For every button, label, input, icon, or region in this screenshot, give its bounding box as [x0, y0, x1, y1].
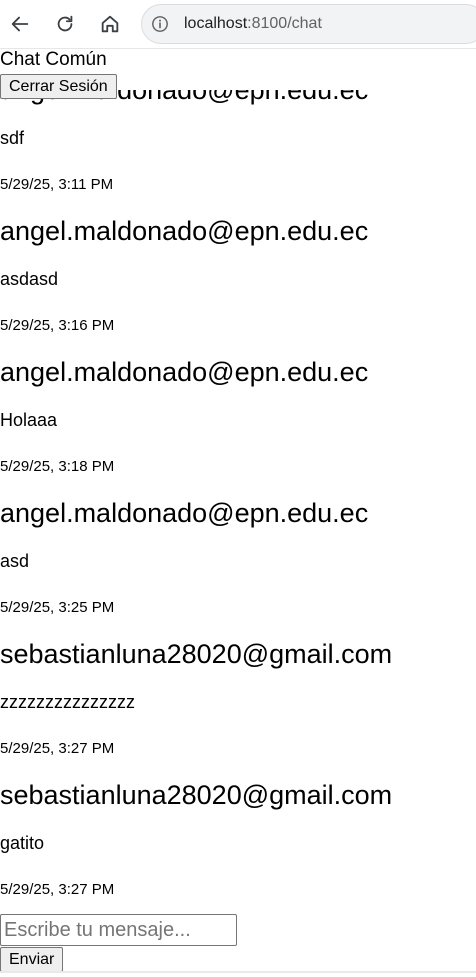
home-icon	[101, 15, 119, 33]
message-timestamp: 5/29/25, 3:27 PM	[0, 740, 115, 757]
message-item: angel.maldonado@epn.edu.ec sdf 5/29/25, 3:…	[0, 90, 476, 216]
message-item: angel.maldonado@epn.edu.ec asd 5/29/25, 3:…	[0, 498, 476, 639]
message-text: asd	[0, 551, 30, 571]
back-arrow-icon	[11, 16, 29, 32]
message-item: angel.maldonado@epn.edu.ec asdasd 5/29/25,…	[0, 216, 476, 357]
message-list[interactable]: angel.maldonado@epn.edu.ec sdf 5/29/25, 3:…	[0, 90, 476, 913]
info-icon[interactable]	[151, 15, 169, 33]
url-text: localhost:8100/chat	[184, 15, 322, 33]
reload-button[interactable]	[50, 9, 80, 39]
browser-toolbar: localhost:8100/chat	[0, 0, 476, 49]
message-sender: angel.maldonado@epn.edu.ec	[0, 357, 369, 387]
message-text: asdasd	[0, 269, 59, 289]
page-title: Chat Común	[0, 49, 107, 70]
logout-button[interactable]: Cerrar Sesión	[0, 74, 117, 99]
message-timestamp: 5/29/25, 3:27 PM	[0, 881, 115, 898]
message-timestamp: 5/29/25, 3:18 PM	[0, 458, 115, 475]
message-text: sdf	[0, 128, 25, 148]
url-host: localhost	[184, 15, 248, 32]
home-button[interactable]	[95, 9, 125, 39]
back-button[interactable]	[5, 9, 35, 39]
message-timestamp: 5/29/25, 3:11 PM	[0, 176, 114, 193]
send-button[interactable]: Enviar	[0, 947, 64, 972]
window-bottom-border	[0, 971, 476, 973]
message-text: Holaaa	[0, 410, 58, 430]
message-item: sebastianluna28020@gmail.com zzzzzzzzzzzz…	[0, 639, 476, 780]
reload-icon	[57, 15, 73, 32]
message-text: zzzzzzzzzzzzzzz	[0, 692, 135, 712]
url-path: :8100/chat	[247, 15, 322, 32]
message-timestamp: 5/29/25, 3:25 PM	[0, 599, 115, 616]
message-item: angel.maldonado@epn.edu.ec Holaaa 5/29/25,…	[0, 357, 476, 498]
message-sender: sebastianluna28020@gmail.com	[0, 639, 393, 669]
message-sender: angel.maldonado@epn.edu.ec	[0, 216, 369, 246]
message-input[interactable]	[0, 914, 237, 946]
address-bar[interactable]: localhost:8100/chat	[141, 4, 476, 44]
message-sender: angel.maldonado@epn.edu.ec	[0, 498, 369, 528]
message-item: sebastianluna28020@gmail.com gatito 5/29/2…	[0, 780, 476, 913]
message-sender: sebastianluna28020@gmail.com	[0, 780, 393, 810]
message-timestamp: 5/29/25, 3:16 PM	[0, 317, 115, 334]
message-text: gatito	[0, 833, 45, 853]
